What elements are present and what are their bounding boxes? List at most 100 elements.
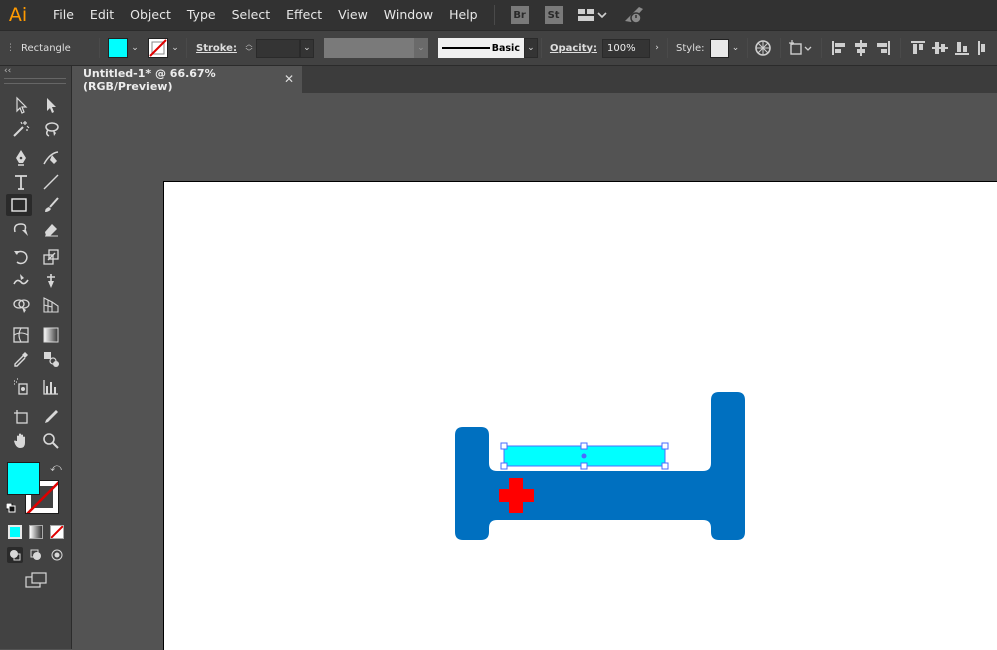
menu-window[interactable]: Window bbox=[376, 0, 441, 30]
style-label: Style: bbox=[676, 42, 705, 54]
gradient-tool-icon[interactable] bbox=[38, 324, 64, 346]
control-separator bbox=[186, 38, 187, 58]
tools-panel-grip[interactable] bbox=[4, 78, 66, 84]
curvature-tool-icon[interactable] bbox=[38, 147, 64, 169]
menu-object[interactable]: Object bbox=[122, 0, 179, 30]
default-fill-stroke-icon[interactable] bbox=[5, 502, 16, 513]
stock-icon[interactable]: St bbox=[544, 6, 563, 24]
more-options-icon[interactable] bbox=[973, 37, 989, 59]
paintbrush-tool-icon[interactable] bbox=[38, 194, 64, 216]
mesh-tool-icon[interactable] bbox=[8, 324, 34, 346]
eraser-tool-icon[interactable] bbox=[38, 218, 64, 240]
brush-label: Basic bbox=[491, 42, 520, 54]
tool-name-label: Rectangle bbox=[21, 42, 71, 54]
selection-tool-icon[interactable] bbox=[8, 94, 34, 116]
variable-width-profile[interactable] bbox=[323, 38, 414, 58]
document-tab[interactable]: Untitled-1* @ 66.67% (RGB/Preview) ✕ bbox=[75, 66, 302, 93]
document-tab-bar: Untitled-1* @ 66.67% (RGB/Preview) ✕ bbox=[75, 66, 997, 93]
shape-builder-tool-icon[interactable] bbox=[8, 294, 34, 316]
puppet-warp-tool-icon[interactable] bbox=[38, 270, 64, 292]
rotate-tool-icon[interactable] bbox=[8, 246, 34, 268]
column-graph-tool-icon[interactable] bbox=[38, 376, 64, 398]
slice-tool-icon[interactable] bbox=[38, 406, 64, 428]
brush-stroke-preview bbox=[441, 47, 490, 49]
draw-behind-icon[interactable] bbox=[28, 547, 44, 563]
opacity-dropdown-icon[interactable]: › bbox=[650, 38, 664, 58]
artboard[interactable] bbox=[163, 181, 997, 650]
bridge-icon[interactable]: Br bbox=[510, 6, 529, 24]
stroke-swatch[interactable] bbox=[148, 38, 168, 58]
hand-tool-icon[interactable] bbox=[8, 430, 34, 452]
align-to-icon[interactable] bbox=[787, 37, 815, 59]
collapse-panel-icon[interactable]: ‹‹ bbox=[4, 66, 11, 76]
align-top-icon[interactable] bbox=[907, 37, 929, 59]
stroke-weight-stepper[interactable]: ︿ ﹀ bbox=[242, 38, 256, 58]
shaper-tool-icon[interactable] bbox=[8, 218, 34, 240]
control-separator bbox=[540, 38, 542, 58]
pen-tool-icon[interactable] bbox=[8, 147, 34, 169]
control-bar: ⋮ Rectangle ⌄ ⌄ Stroke: ︿ ﹀ ⌄ ⌄ Basic ⌄ O… bbox=[0, 30, 997, 66]
menu-type[interactable]: Type bbox=[179, 0, 224, 30]
line-segment-tool-icon[interactable] bbox=[38, 171, 64, 193]
align-right-icon[interactable] bbox=[872, 37, 894, 59]
control-separator bbox=[99, 38, 100, 58]
app-logo: Ai bbox=[8, 4, 28, 26]
warp-tool-icon[interactable] bbox=[8, 270, 34, 292]
close-icon[interactable]: ✕ bbox=[284, 72, 294, 86]
menu-view[interactable]: View bbox=[330, 0, 376, 30]
fill-swatch[interactable] bbox=[108, 38, 128, 58]
profile-dropdown-icon[interactable]: ⌄ bbox=[413, 38, 428, 58]
brush-definition[interactable]: Basic bbox=[437, 38, 524, 58]
menu-edit[interactable]: Edit bbox=[82, 0, 122, 30]
stroke-dropdown-icon[interactable]: ⌄ bbox=[168, 38, 182, 58]
zoom-tool-icon[interactable] bbox=[38, 430, 64, 452]
gradient-mode-icon[interactable] bbox=[29, 525, 43, 539]
control-separator bbox=[667, 38, 669, 58]
fill-color-swatch-front[interactable] bbox=[7, 462, 40, 495]
lasso-tool-icon[interactable] bbox=[38, 118, 64, 140]
scale-tool-icon[interactable] bbox=[38, 246, 64, 268]
opacity-label[interactable]: Opacity: bbox=[550, 43, 597, 54]
menu-effect[interactable]: Effect bbox=[278, 0, 330, 30]
menu-file[interactable]: File bbox=[45, 0, 82, 30]
type-tool-icon[interactable] bbox=[8, 171, 34, 193]
recolor-artwork-icon[interactable] bbox=[752, 37, 774, 59]
align-bottom-icon[interactable] bbox=[951, 37, 973, 59]
swap-fill-stroke-icon[interactable]: ⤺ bbox=[50, 461, 62, 475]
control-separator bbox=[899, 38, 901, 58]
gpu-performance-icon[interactable] bbox=[623, 5, 645, 25]
opacity-input[interactable]: 100% bbox=[602, 38, 651, 58]
artboard-tool-icon[interactable] bbox=[8, 406, 34, 428]
control-separator bbox=[779, 38, 781, 58]
menu-bar: Ai File Edit Object Type Select Effect V… bbox=[0, 0, 997, 30]
magic-wand-tool-icon[interactable] bbox=[8, 118, 34, 140]
align-horizontal-center-icon[interactable] bbox=[850, 37, 872, 59]
color-mode-icon[interactable] bbox=[8, 525, 22, 539]
stroke-label: Stroke: bbox=[196, 42, 237, 54]
tools-panel: ‹‹ ⤺ bbox=[0, 66, 72, 649]
stroke-weight-dropdown-icon[interactable]: ⌄ bbox=[299, 38, 314, 58]
eyedropper-tool-icon[interactable] bbox=[8, 348, 34, 370]
menu-separator bbox=[493, 5, 495, 25]
style-dropdown-icon[interactable]: ⌄ bbox=[729, 38, 743, 58]
arrange-documents-icon[interactable] bbox=[577, 7, 607, 23]
brush-dropdown-icon[interactable]: ⌄ bbox=[523, 38, 538, 58]
menu-select[interactable]: Select bbox=[224, 0, 279, 30]
grip-icon: ⋮ bbox=[6, 43, 15, 53]
symbol-sprayer-tool-icon[interactable] bbox=[8, 376, 34, 398]
graphic-style-swatch[interactable] bbox=[709, 38, 729, 58]
rectangle-tool-icon[interactable] bbox=[6, 194, 32, 216]
control-separator bbox=[746, 38, 748, 58]
perspective-grid-tool-icon[interactable] bbox=[38, 294, 64, 316]
align-vertical-center-icon[interactable] bbox=[929, 37, 951, 59]
blend-tool-icon[interactable] bbox=[38, 348, 64, 370]
align-left-icon[interactable] bbox=[828, 37, 850, 59]
draw-inside-icon[interactable] bbox=[49, 547, 65, 563]
change-screen-mode-icon[interactable] bbox=[24, 571, 48, 589]
stroke-weight-input[interactable] bbox=[255, 38, 300, 58]
menu-help[interactable]: Help bbox=[441, 0, 486, 30]
direct-selection-tool-icon[interactable] bbox=[38, 94, 64, 116]
draw-normal-icon[interactable] bbox=[7, 547, 23, 563]
fill-dropdown-icon[interactable]: ⌄ bbox=[128, 38, 142, 58]
none-mode-icon[interactable] bbox=[50, 525, 64, 539]
